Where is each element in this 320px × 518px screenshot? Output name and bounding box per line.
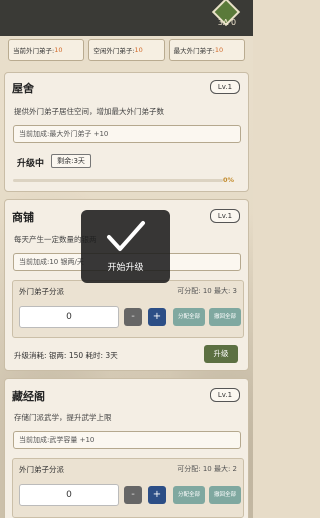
top-bar: 3A 0 [0,0,253,36]
stat-value: 10 [134,46,143,54]
level-badge: Lv.1 [210,388,240,402]
card-title: 商铺 [12,211,34,224]
stat-value: 10 [214,46,224,54]
remaining-time: 剩余:3天 [51,154,91,168]
disciple-stats: 当前外门弟子: 10 空闲外门弟子: 10 最大外门弟子: 10 [8,39,245,61]
upgrade-started-toast: 开始升级 [81,210,170,283]
stat-max-disciples: 最大外门弟子: 10 [168,39,245,61]
upgrading-label: 升级中 [17,159,45,169]
checkmark-icon [107,221,145,251]
resource-badge-value: 3A 0 [217,18,237,27]
assign-meta: 可分配: 10 最大: 3 [177,287,237,295]
assign-title: 外门弟子分派 [19,287,64,296]
library-card: 藏经阁 Lv.1 存储门派武学，提升武学上限 当前加成:武学容量 +10 外门弟… [4,378,249,518]
card-title: 屋舍 [12,82,34,95]
assign-all-button[interactable]: 分配全部 [173,308,205,326]
resource-badge[interactable]: 3A 0 [205,0,249,30]
progress-percent: 0% [222,176,234,184]
stat-label: 空闲外门弟子: [93,47,135,55]
toast-message: 开始升级 [107,263,144,273]
stat-current-disciples: 当前外门弟子: 10 [8,39,85,61]
card-description: 提供外门弟子居住空间，增加最大外门弟子数 [14,107,164,116]
upgrade-cost: 升级消耗: 银两: 150 耗时: 3天 [14,351,118,360]
level-badge: Lv.1 [210,80,240,94]
upgrade-progress-bar [13,179,223,182]
assign-meta: 可分配: 10 最大: 2 [177,465,237,473]
stat-label: 当前外门弟子: [13,47,55,55]
stat-value: 10 [54,46,63,54]
stat-label: 最大外门弟子: [173,47,215,55]
assign-panel: 外门弟子分派 可分配: 10 最大: 2 0 - + 分配全部 撤回全部 [12,458,244,518]
increase-button[interactable]: + [148,486,166,504]
increase-button[interactable]: + [148,308,166,326]
upgrade-button[interactable]: 升级 [204,345,238,363]
level-badge: Lv.1 [210,209,240,223]
decrease-button[interactable]: - [124,308,142,326]
assign-all-button[interactable]: 分配全部 [173,486,205,504]
recall-all-button[interactable]: 撤回全部 [209,308,241,326]
assign-count-input[interactable]: 0 [19,306,119,328]
assign-count-input[interactable]: 0 [19,484,119,506]
decrease-button[interactable]: - [124,486,142,504]
card-description: 存储门派武学，提升武学上限 [14,413,112,422]
recall-all-button[interactable]: 撤回全部 [209,486,241,504]
stat-idle-disciples: 空闲外门弟子: 10 [88,39,165,61]
assign-panel: 外门弟子分派 可分配: 10 最大: 3 0 - + 分配全部 撤回全部 [12,280,244,338]
assign-title: 外门弟子分派 [19,465,64,474]
card-title: 藏经阁 [12,390,45,403]
bonus-box: 当前加成:最大外门弟子 +10 [13,125,241,143]
bonus-box: 当前加成:武学容量 +10 [13,431,241,449]
dormitory-card: 屋舍 Lv.1 提供外门弟子居住空间，增加最大外门弟子数 当前加成:最大外门弟子… [4,72,249,192]
